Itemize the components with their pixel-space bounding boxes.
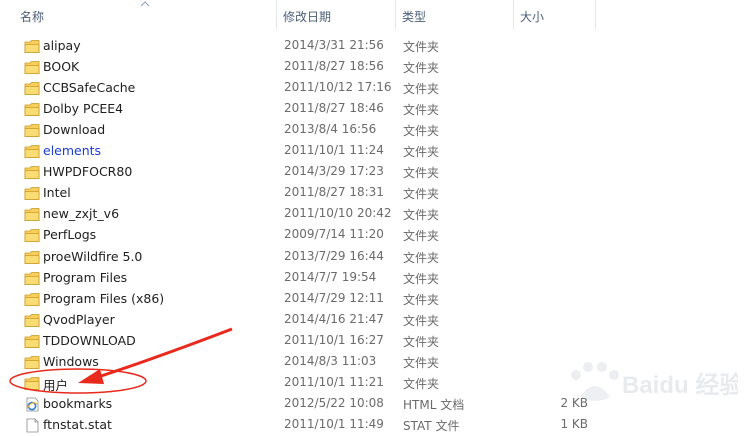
file-date-modified: 2011/10/10 20:42 xyxy=(284,206,392,221)
folder-icon xyxy=(24,334,40,348)
column-header-name[interactable]: 名称 xyxy=(14,0,277,30)
file-date-modified: 2014/8/3 11:03 xyxy=(284,353,377,368)
file-date-modified: 2011/8/27 18:56 xyxy=(284,59,384,74)
folder-icon xyxy=(24,271,40,285)
file-name: TDDOWNLOAD xyxy=(43,332,136,348)
ie-html-icon xyxy=(26,397,39,412)
file-date-modified: 2011/8/27 18:31 xyxy=(284,185,384,200)
file-row[interactable]: PerfLogs 2009/7/14 11:20 文件夹 xyxy=(0,225,744,246)
file-date-modified: 2014/4/16 21:47 xyxy=(284,311,384,326)
file-row[interactable]: CCBSafeCache 2011/10/12 17:16 文件夹 xyxy=(0,78,744,99)
file-name: BOOK xyxy=(43,59,80,75)
file-date-modified: 2011/8/27 18:46 xyxy=(284,101,384,116)
file-type: 文件夹 xyxy=(403,103,440,118)
file-name: Download xyxy=(43,122,106,138)
folder-icon xyxy=(24,208,40,222)
file-type: 文件夹 xyxy=(403,124,440,139)
column-header-date-modified[interactable]: 修改日期 xyxy=(277,0,396,30)
file-date-modified: 2009/7/14 11:20 xyxy=(284,227,384,242)
file-type: 文件夹 xyxy=(403,145,440,160)
file-name: Program Files xyxy=(43,269,128,285)
file-name: alipay xyxy=(43,38,81,53)
file-size: 1 KB xyxy=(560,416,588,431)
file-type: 文件夹 xyxy=(403,250,440,265)
file-date-modified: 2011/10/1 16:27 xyxy=(284,332,384,347)
file-row[interactable]: TDDOWNLOAD 2011/10/1 16:27 文件夹 xyxy=(0,331,744,352)
file-date-modified: 2011/10/1 11:49 xyxy=(284,416,384,431)
file-row[interactable]: Program Files (x86) 2014/7/29 12:11 文件夹 xyxy=(0,289,744,310)
file-row[interactable]: Intel 2011/8/27 18:31 文件夹 xyxy=(0,183,744,204)
file-name: Dolby PCEE4 xyxy=(43,101,124,117)
file-name: PerfLogs xyxy=(43,227,97,243)
file-name: Intel xyxy=(43,185,71,201)
file-name: QvodPlayer xyxy=(43,311,115,327)
file-type: 文件夹 xyxy=(403,334,440,349)
column-header-bar: 名称 修改日期 类型 大小 xyxy=(0,0,744,30)
file-type: 文件夹 xyxy=(403,229,440,244)
file-type: 文件夹 xyxy=(403,40,440,54)
file-date-modified: 2011/10/12 17:16 xyxy=(284,80,392,95)
file-row[interactable]: alipay 2014/3/31 21:56 文件夹 xyxy=(0,36,744,57)
file-name: ftnstat.stat xyxy=(43,416,112,432)
folder-icon xyxy=(24,187,40,201)
folder-icon xyxy=(24,82,40,95)
file-row[interactable]: BOOK 2011/8/27 18:56 文件夹 xyxy=(0,57,744,78)
file-date-modified: 2014/7/29 12:11 xyxy=(284,290,384,305)
folder-icon xyxy=(24,229,40,243)
folder-icon xyxy=(24,103,40,117)
file-type: STAT 文件 xyxy=(403,418,460,433)
file-type: 文件夹 xyxy=(403,82,440,97)
file-type: 文件夹 xyxy=(403,166,440,181)
file-date-modified: 2013/7/29 16:44 xyxy=(284,248,384,263)
file-type: 文件夹 xyxy=(403,208,440,223)
folder-icon xyxy=(24,40,40,53)
file-type: 文件夹 xyxy=(403,313,440,328)
file-name: elements xyxy=(43,143,102,159)
file-type: 文件夹 xyxy=(403,292,440,307)
file-date-modified: 2013/8/4 16:56 xyxy=(284,122,377,137)
file-name: proeWildfire 5.0 xyxy=(43,248,143,264)
file-icon xyxy=(26,418,39,433)
file-row[interactable]: elements 2011/10/1 11:24 文件夹 xyxy=(0,141,744,162)
file-name: CCBSafeCache xyxy=(43,80,136,96)
file-type: 文件夹 xyxy=(403,187,440,202)
file-row[interactable]: proeWildfire 5.0 2013/7/29 16:44 文件夹 xyxy=(0,247,744,268)
file-date-modified: 2014/3/29 17:23 xyxy=(284,164,384,179)
file-row[interactable]: QvodPlayer 2014/4/16 21:47 文件夹 xyxy=(0,310,744,331)
file-row[interactable]: Dolby PCEE4 2011/8/27 18:46 文件夹 xyxy=(0,99,744,120)
file-name: new_zxjt_v6 xyxy=(43,206,120,222)
file-date-modified: 2014/3/31 21:56 xyxy=(284,38,384,52)
column-header-size[interactable]: 大小 xyxy=(514,0,596,30)
file-type: HTML 文档 xyxy=(403,397,465,412)
folder-icon xyxy=(24,166,40,180)
file-name: HWPDFOCR80 xyxy=(43,164,133,180)
file-row[interactable]: Download 2013/8/4 16:56 文件夹 xyxy=(0,120,744,141)
file-name: Windows xyxy=(43,353,99,369)
file-date-modified: 2014/7/7 19:54 xyxy=(284,269,377,284)
file-type: 文件夹 xyxy=(403,376,440,391)
file-date-modified: 2011/10/1 11:24 xyxy=(284,143,384,158)
folder-icon xyxy=(24,61,40,74)
folder-icon xyxy=(24,292,40,306)
file-row[interactable]: new_zxjt_v6 2011/10/10 20:42 文件夹 xyxy=(0,204,744,225)
file-date-modified: 2011/10/1 11:21 xyxy=(284,374,384,389)
folder-icon xyxy=(24,355,40,369)
file-name: 用户 xyxy=(43,377,69,393)
file-row[interactable]: Program Files 2014/7/7 19:54 文件夹 xyxy=(0,268,744,289)
folder-icon xyxy=(24,250,40,264)
file-type: 文件夹 xyxy=(403,355,440,370)
column-header-type[interactable]: 类型 xyxy=(396,0,514,30)
file-name: bookmarks xyxy=(43,395,113,411)
file-type: 文件夹 xyxy=(403,61,440,76)
file-date-modified: 2012/5/22 10:08 xyxy=(284,395,384,410)
file-row[interactable]: HWPDFOCR80 2014/3/29 17:23 文件夹 xyxy=(0,162,744,183)
svg-text:Baidu 经验: Baidu 经验 xyxy=(622,371,738,399)
folder-icon xyxy=(24,376,40,390)
file-name: Program Files (x86) xyxy=(43,290,165,306)
folder-icon xyxy=(24,145,40,159)
file-type: 文件夹 xyxy=(403,271,440,286)
folder-icon xyxy=(24,313,40,327)
baidu-jingyan-watermark: Baidu 经验 xyxy=(571,362,738,401)
folder-icon xyxy=(24,124,40,138)
